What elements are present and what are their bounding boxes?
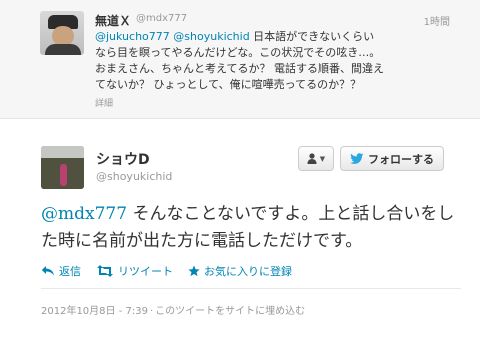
follow-button-label: フォローする [368, 152, 434, 166]
tweet-text: @mdx777 そんなことないですよ。上と話し合いをした時に名前が出た方に電話し… [41, 201, 461, 255]
avatar-figure [60, 164, 67, 186]
reply-icon [41, 266, 54, 276]
avatar-mdx777[interactable] [40, 11, 84, 55]
avatar-shoyukichid[interactable] [41, 146, 84, 189]
tweet-footer: 2012年10月8日 - 7:39 · このツイートをサイトに埋め込む [41, 302, 305, 317]
twitter-bird-icon [350, 152, 364, 164]
avatar-shirt [45, 44, 81, 55]
previous-tweet: 無道Ｘ @mdx777 1時間 @jukucho777 @shoyukichid… [0, 0, 480, 119]
favorite-label: お気に入りに登録 [204, 265, 292, 278]
mention-link[interactable]: @shoyukichid [173, 30, 249, 43]
follow-button[interactable]: フォローする [340, 146, 444, 171]
star-icon [188, 265, 200, 277]
tweet-timestamp[interactable]: 2012年10月8日 - 7:39 [41, 306, 148, 317]
reply-label: 返信 [59, 265, 81, 278]
author-handle[interactable]: @shoyukichid [96, 170, 172, 183]
tweet-actions: 返信 リツイート お気に入りに登録 [41, 263, 307, 279]
detail-link[interactable]: 詳細 [95, 96, 113, 109]
retweet-label: リツイート [118, 265, 173, 278]
avatar-background [41, 146, 84, 158]
user-actions-dropdown[interactable]: ▼ [298, 146, 334, 171]
chevron-down-icon: ▼ [319, 154, 326, 163]
prev-tweet-time[interactable]: 1時間 [424, 13, 450, 28]
retweet-action[interactable]: リツイート [96, 263, 173, 279]
prev-author-name[interactable]: 無道Ｘ [95, 12, 131, 29]
avatar-face [52, 26, 74, 46]
separator: · [149, 306, 154, 317]
prev-tweet-text: @jukucho777 @shoyukichid 日本語ができないくらいなら目を… [95, 29, 385, 93]
author-name[interactable]: ショウD [96, 149, 150, 169]
mention-link[interactable]: @mdx777 [41, 204, 127, 224]
reply-action[interactable]: 返信 [41, 263, 81, 279]
embed-tweet-link[interactable]: このツイートをサイトに埋め込む [155, 306, 305, 317]
prev-author-handle[interactable]: @mdx777 [136, 13, 187, 24]
mention-link[interactable]: @jukucho777 [95, 30, 170, 43]
user-icon [307, 153, 317, 164]
divider [41, 288, 461, 289]
favorite-action[interactable]: お気に入りに登録 [188, 263, 292, 279]
retweet-icon [97, 265, 113, 277]
